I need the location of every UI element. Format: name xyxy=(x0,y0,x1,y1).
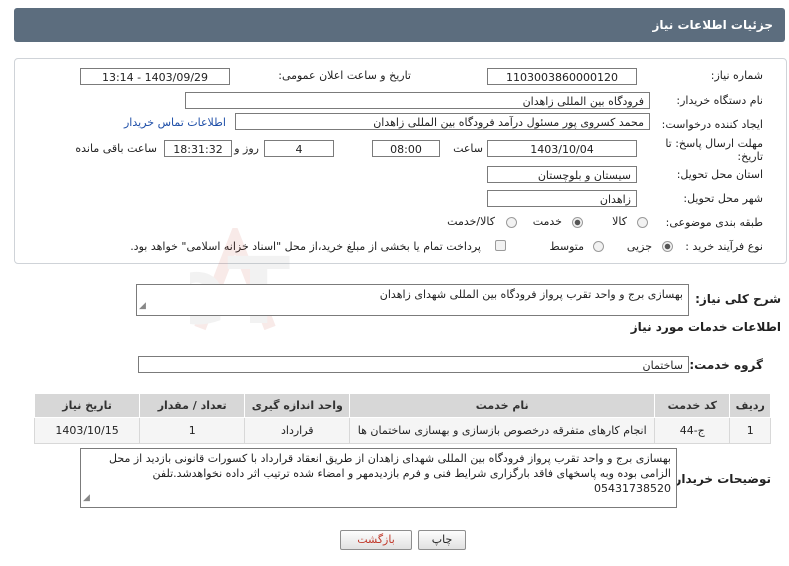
remaining-time-field: 18:31:32 xyxy=(164,140,232,157)
category-radio-service[interactable] xyxy=(572,217,583,228)
services-table: ردیف کد خدمت نام خدمت واحد اندازه گیری ت… xyxy=(33,393,771,444)
need-info-panel xyxy=(14,58,787,264)
requester-label: ایجاد کننده درخواست: xyxy=(661,118,763,131)
buyer-org-field: فرودگاه بین المللی زاهدان xyxy=(185,92,650,109)
resize-grip-icon: ◢ xyxy=(83,493,90,503)
deadline-date-field: 1403/10/04 xyxy=(487,140,637,157)
category-radio-goods-service[interactable] xyxy=(506,217,517,228)
city-field: زاهدان xyxy=(487,190,637,207)
col-row-number: ردیف xyxy=(729,393,771,418)
back-button[interactable]: بازگشت xyxy=(340,530,412,550)
buyer-notes-label: توضیحات خریدار: xyxy=(669,472,771,486)
buyer-org-label: نام دستگاه خریدار: xyxy=(676,94,763,107)
remaining-time-label: ساعت باقی مانده xyxy=(75,142,157,155)
announce-datetime-label: تاریخ و ساعت اعلان عمومی: xyxy=(278,69,411,82)
city-label: شهر محل تحویل: xyxy=(683,192,763,205)
need-number-field: 1103003860000120 xyxy=(487,68,637,85)
cell-need-date: 1403/10/15 xyxy=(33,417,141,444)
cell-unit: قرارداد xyxy=(244,417,351,444)
category-option-goods-service: کالا/خدمت xyxy=(447,215,495,228)
deadline-label-line2: تاریخ: xyxy=(737,150,763,163)
cell-service-name: انجام کارهای متفرقه درخصوص بازسازی و بهس… xyxy=(349,417,656,444)
treasury-payment-note: پرداخت تمام یا بخشی از مبلغ خرید،از محل … xyxy=(130,240,481,253)
page-header: جزئیات اطلاعات نیاز xyxy=(14,8,785,42)
buyer-notes-text: بهسازی برج و واحد تقرب پرواز فرودگاه بین… xyxy=(109,452,671,495)
process-option-medium: متوسط xyxy=(549,240,584,253)
category-option-service: خدمت xyxy=(532,215,562,228)
summary-text: بهسازی برج و واحد تقرب پرواز فرودگاه بین… xyxy=(379,288,683,301)
deadline-time-field: 08:00 xyxy=(372,140,440,157)
page-title: جزئیات اطلاعات نیاز xyxy=(652,18,773,32)
buyer-contact-link[interactable]: اطلاعات تماس خریدار xyxy=(124,116,226,129)
deadline-label-line1: مهلت ارسال پاسخ: تا xyxy=(665,137,763,150)
resize-grip-icon: ◢ xyxy=(139,301,146,311)
category-label: طبقه بندی موضوعی: xyxy=(665,216,763,229)
province-field: سیستان و بلوچستان xyxy=(487,166,637,183)
table-row: 1 ج-44 انجام کارهای متفرقه درخصوص بازساز… xyxy=(33,417,771,444)
cell-row-number: 1 xyxy=(729,417,771,444)
treasury-payment-checkbox[interactable] xyxy=(495,240,506,251)
deadline-time-label: ساعت xyxy=(453,142,483,155)
cell-service-code: ج-44 xyxy=(654,417,731,444)
process-radio-minor[interactable] xyxy=(662,241,673,252)
process-option-minor: جزیی xyxy=(626,240,652,253)
remaining-days-field: 4 xyxy=(264,140,334,157)
service-group-label: گروه خدمت: xyxy=(689,358,763,372)
col-service-code: کد خدمت xyxy=(654,393,731,418)
col-need-date: تاریخ نیاز xyxy=(33,393,141,418)
service-group-field: ساختمان xyxy=(138,356,689,373)
summary-textarea: بهسازی برج و واحد تقرب پرواز فرودگاه بین… xyxy=(136,284,689,316)
category-radio-goods[interactable] xyxy=(637,217,648,228)
cell-quantity: 1 xyxy=(139,417,246,444)
col-service-name: نام خدمت xyxy=(349,393,656,418)
province-label: استان محل تحویل: xyxy=(676,168,763,181)
services-section-title: اطلاعات خدمات مورد نیاز xyxy=(630,320,781,334)
days-label: روز و xyxy=(234,142,259,155)
services-table-header: ردیف کد خدمت نام خدمت واحد اندازه گیری ت… xyxy=(33,393,771,418)
buyer-notes-textarea: بهسازی برج و واحد تقرب پرواز فرودگاه بین… xyxy=(80,448,677,508)
col-quantity: تعداد / مقدار xyxy=(139,393,246,418)
requester-field: محمد کسروی پور مسئول درآمد فرودگاه بین ا… xyxy=(235,113,650,130)
process-radio-medium[interactable] xyxy=(593,241,604,252)
summary-label: شرح کلی نیاز: xyxy=(695,292,781,306)
process-type-label: نوع فرآیند خرید : xyxy=(685,240,763,253)
need-number-label: شماره نیاز: xyxy=(710,69,763,82)
print-button[interactable]: چاپ xyxy=(418,530,466,550)
announce-datetime-field: 1403/09/29 - 13:14 xyxy=(80,68,230,85)
col-unit: واحد اندازه گیری xyxy=(244,393,351,418)
category-option-goods: کالا xyxy=(612,215,627,228)
